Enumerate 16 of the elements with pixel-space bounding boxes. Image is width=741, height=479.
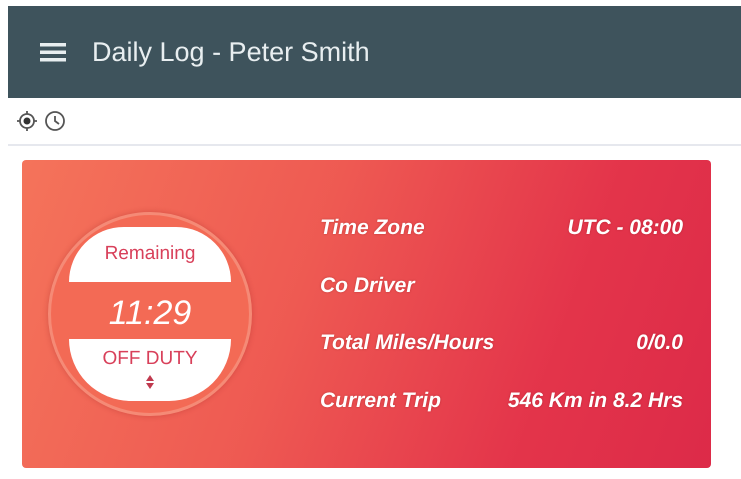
sort-icon[interactable]	[145, 374, 155, 390]
menu-icon[interactable]	[40, 42, 66, 62]
info-value: UTC - 08:00	[567, 215, 683, 241]
info-value: 546 Km in 8.2 Hrs	[508, 388, 683, 414]
duty-status: OFF DUTY	[102, 347, 198, 371]
app-title: Daily Log - Peter Smith	[92, 36, 370, 69]
info-value: 0/0.0	[636, 330, 683, 356]
duty-dial[interactable]: Remaining 11:29 OFF DUTY	[48, 212, 252, 416]
dial-label: Remaining	[104, 242, 196, 266]
location-icon[interactable]	[16, 110, 38, 132]
info-label: Current Trip	[320, 388, 441, 414]
info-label: Total Miles/Hours	[320, 330, 494, 356]
info-label: Co Driver	[320, 272, 415, 298]
info-label: Time Zone	[320, 215, 425, 241]
remaining-time: 11:29	[108, 293, 192, 333]
clock-icon[interactable]	[44, 110, 66, 132]
